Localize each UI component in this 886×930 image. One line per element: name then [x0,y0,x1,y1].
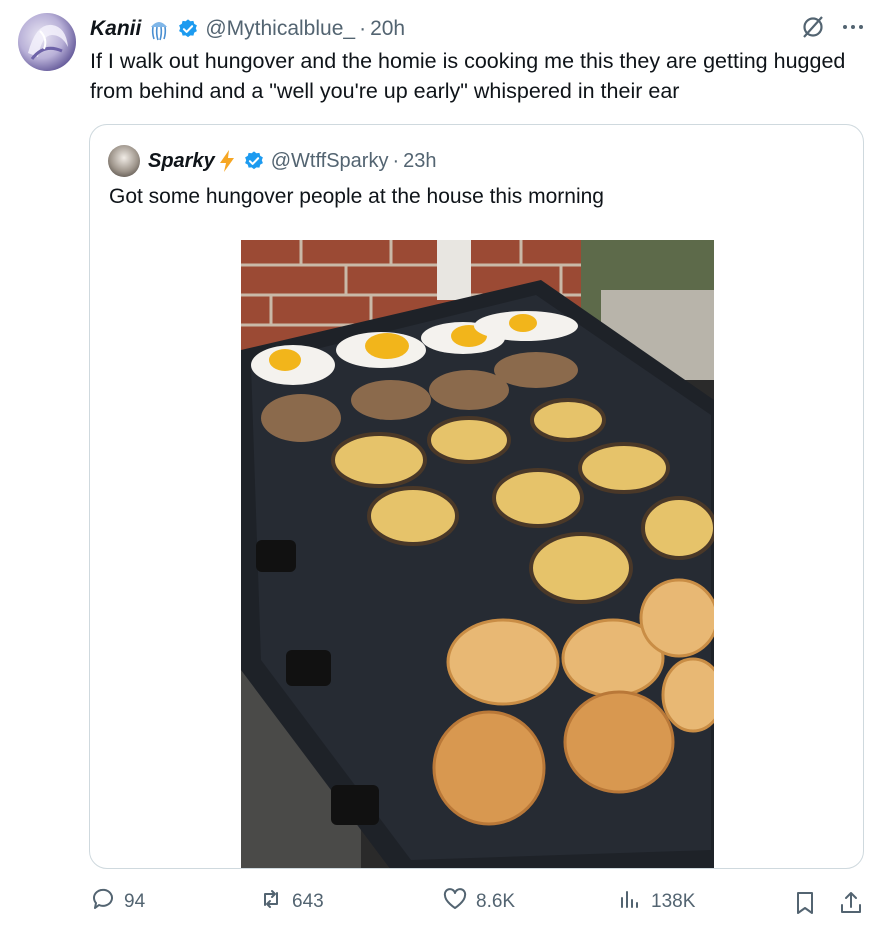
quote-separator-dot: · [392,149,400,172]
bookmark-icon[interactable] [792,890,818,921]
lightning-icon [217,149,237,173]
author-name[interactable]: Kanii [90,17,141,41]
quote-verified-badge-icon[interactable] [243,150,265,172]
header-actions [800,14,866,40]
reply-button[interactable]: 94 [90,886,145,918]
repost-button[interactable]: 643 [258,886,324,918]
views-icon [617,886,643,918]
reply-icon [90,886,116,918]
author-avatar[interactable] [18,13,76,71]
quote-author-handle[interactable]: @WtffSparky [271,150,389,173]
action-bar: 94 643 8.6K 138K [90,886,866,922]
quote-text: Got some hungover people at the house th… [109,185,604,208]
like-count: 8.6K [476,891,516,912]
heart-icon [442,886,468,918]
grok-icon[interactable] [800,14,826,40]
tweet-timestamp[interactable]: 20h [370,17,405,41]
quoted-tweet[interactable]: Sparky @WtffSparky · 23h Got some hungov… [89,124,864,869]
tweet-text: If I walk out hungover and the homie is … [90,49,846,103]
jellyfish-icon [147,17,171,41]
quote-author-name[interactable]: Sparky [148,150,215,173]
author-handle[interactable]: @Mythicalblue_ [205,17,355,41]
quote-timestamp[interactable]: 23h [403,150,436,173]
repost-count: 643 [292,891,324,912]
more-options-icon[interactable] [840,14,866,40]
verified-badge-icon[interactable] [177,18,199,40]
share-icon[interactable] [838,890,864,921]
separator-dot: · [359,17,367,40]
quote-photo[interactable] [241,240,714,868]
tweet-header: Kanii @Mythicalblue_ · 20h [90,14,866,44]
repost-icon [258,886,284,918]
like-button[interactable]: 8.6K [442,886,515,918]
quote-header: Sparky @WtffSparky · 23h [108,145,437,177]
reply-count: 94 [124,891,146,912]
views-button[interactable]: 138K [617,886,695,918]
views-count: 138K [651,891,696,912]
quote-author-avatar[interactable] [108,145,140,177]
